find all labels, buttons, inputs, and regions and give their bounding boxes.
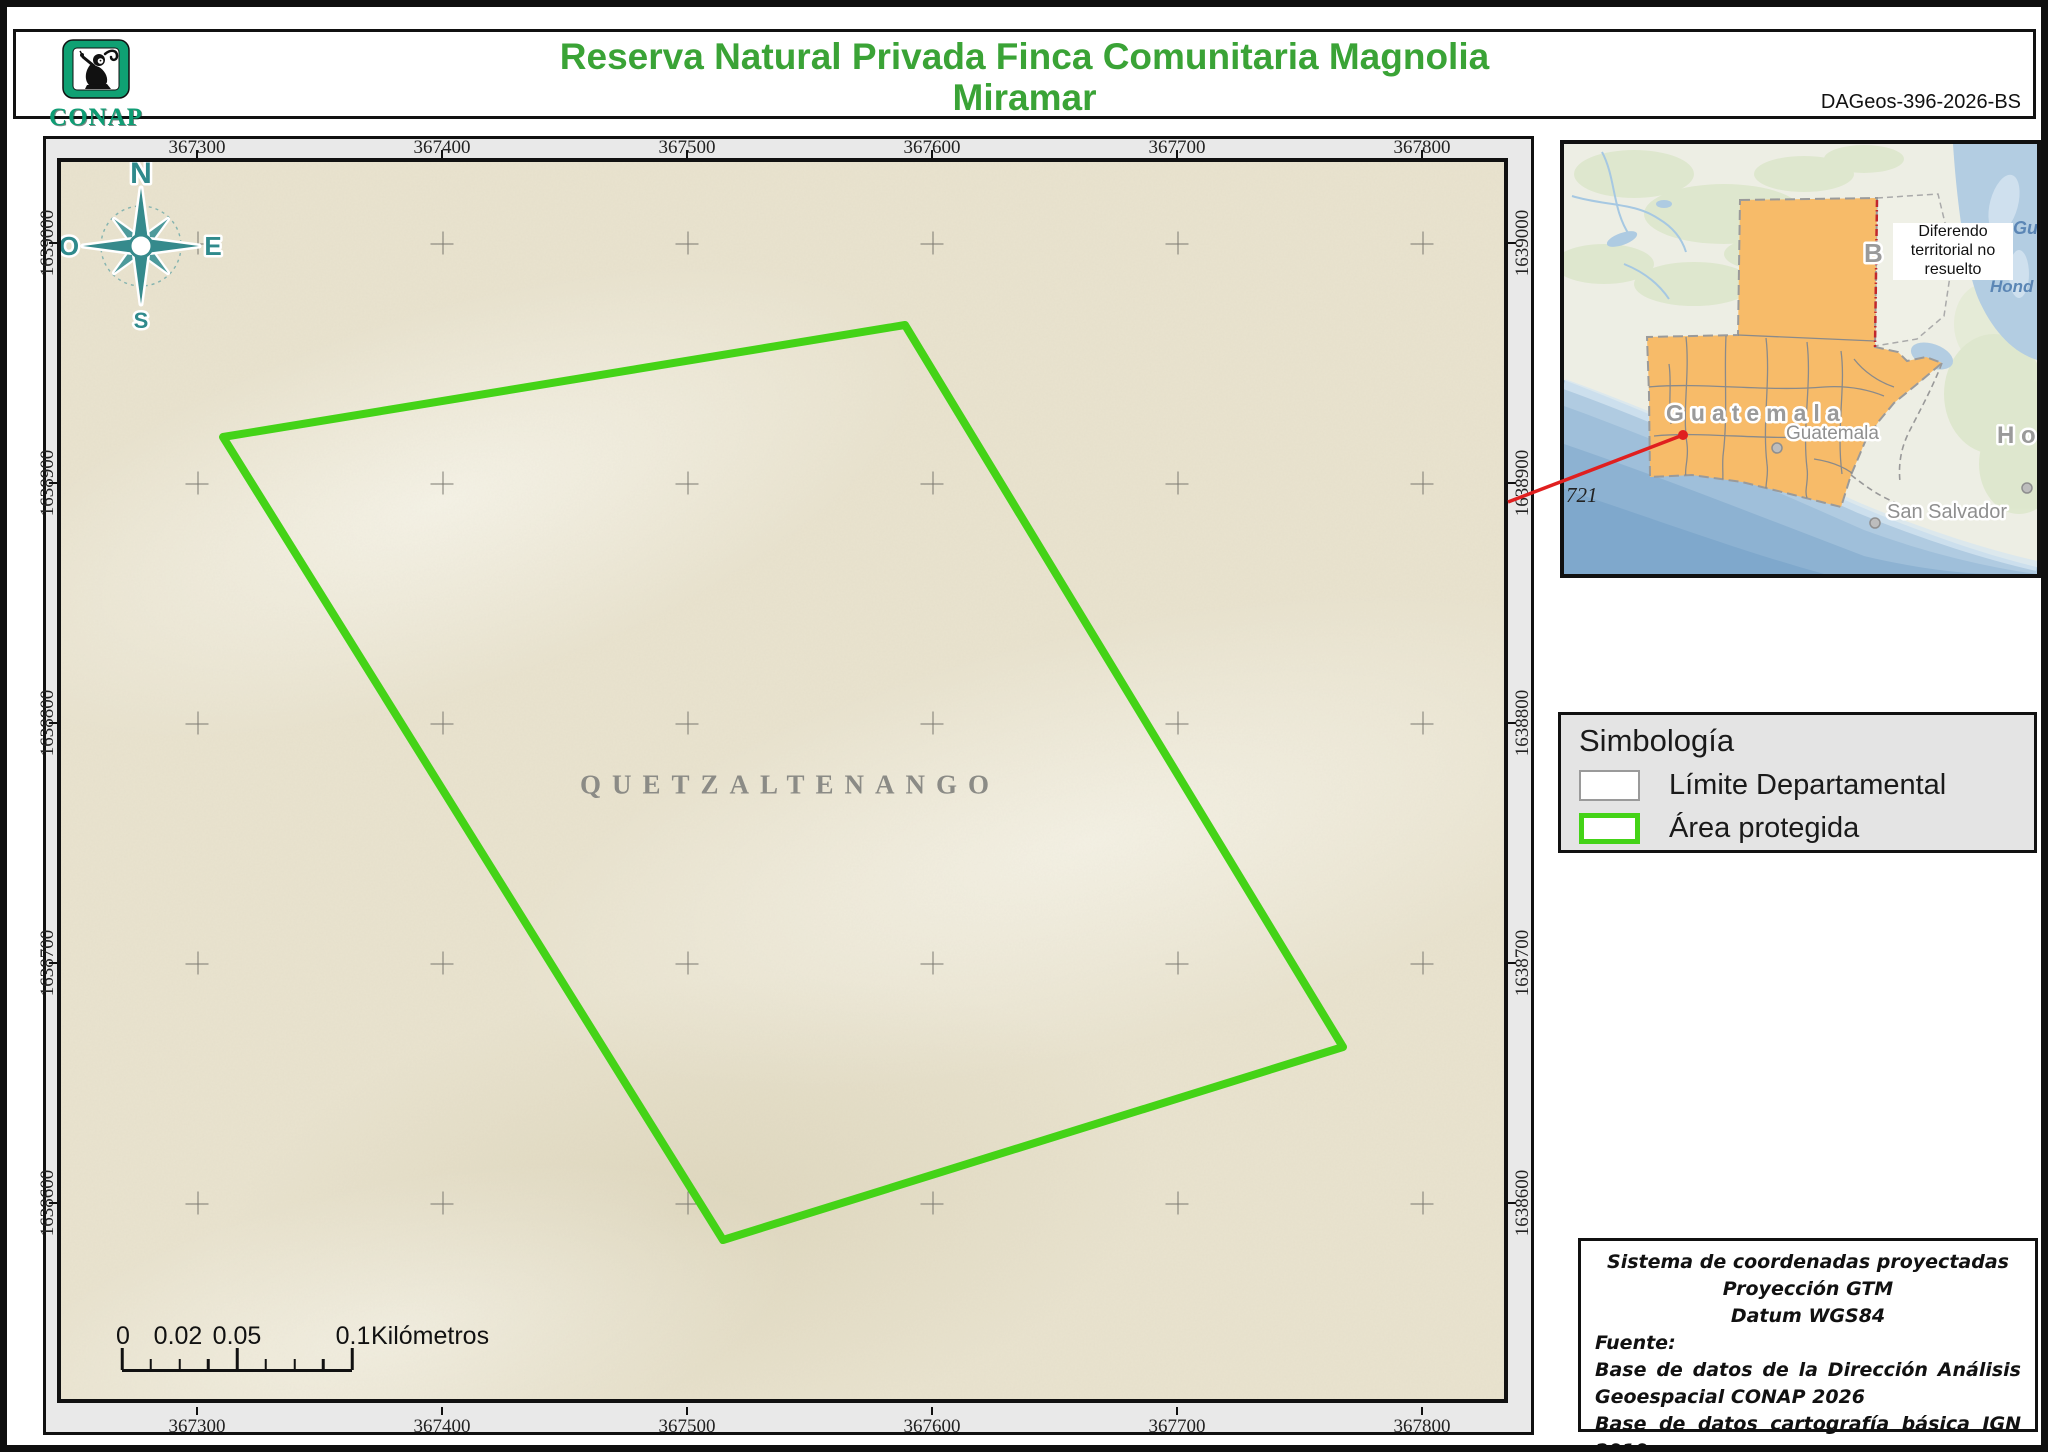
inset-san-salvador-label: San Salvador [1887, 501, 2007, 523]
grid-x-tick [1421, 150, 1423, 158]
legend-item-label: Límite Departamental [1669, 769, 1946, 802]
grid-x-tick [1176, 1407, 1178, 1415]
inset-location-map: B Guatemala Guatemala San Salvador H o G… [1560, 140, 2041, 578]
grid-y-tick [49, 482, 57, 484]
grid-y-tick [1508, 482, 1516, 484]
grid-y-tick [1508, 722, 1516, 724]
scalebar-value: 0.02 [154, 1322, 203, 1351]
grid-x-tick [1176, 150, 1178, 158]
grid-x-tick [441, 1407, 443, 1415]
grid-x-label: 367600 [904, 1416, 961, 1438]
legend-item: Área protegida [1579, 812, 2016, 845]
inset-honduras-fragment: H o [1997, 422, 2036, 449]
scalebar-tick [293, 1359, 296, 1370]
map-neatline: QUETZALTENANGO N E S O [43, 136, 1534, 1435]
scalebar-tick [178, 1359, 181, 1370]
grid-x-label: 367800 [1394, 1416, 1451, 1438]
compass-south-label: S [134, 308, 149, 333]
grid-y-tick [1508, 962, 1516, 964]
grid-x-label: 367500 [659, 1416, 716, 1438]
scalebar-value: 0.05 [213, 1322, 262, 1351]
scalebar-value: 0.1 [336, 1322, 371, 1351]
compass-north-label: N [130, 158, 152, 190]
projection-info-line: Datum WGS84 [1595, 1303, 2021, 1330]
legend-swatch-protected [1579, 813, 1640, 844]
scalebar-tick [150, 1359, 153, 1370]
map-title-line2: Miramar [16, 77, 2033, 118]
inset-map-graphic: B Guatemala Guatemala San Salvador H o G… [1564, 144, 2037, 574]
projection-info: Sistema de coordenadas proyectadasProyec… [1595, 1249, 2021, 1330]
source-lines: Base de datos de la Dirección Análisis G… [1595, 1357, 2021, 1452]
grid-y-tick [1508, 1202, 1516, 1204]
inset-capital-dot [1772, 443, 1782, 453]
inset-sea-label-1: Gu [2013, 218, 2037, 238]
source-line: Base de datos cartografía básica IGN 201… [1595, 1411, 2021, 1452]
scalebar-tick [236, 1348, 239, 1370]
legend-swatch-department [1579, 770, 1640, 801]
grid-y-tick [49, 242, 57, 244]
grid-x-tick [441, 150, 443, 158]
inset-capital-label: Guatemala [1786, 423, 1879, 444]
grid-y-tick [49, 722, 57, 724]
grid-x-label: 367300 [169, 1416, 226, 1438]
grid-x-tick [1421, 1407, 1423, 1415]
grid-x-tick [686, 1407, 688, 1415]
grid-y-tick [49, 1202, 57, 1204]
source-heading: Fuente: [1595, 1330, 2021, 1357]
credits-box: Sistema de coordenadas proyectadasProyec… [1578, 1238, 2038, 1432]
document-code: DAGeos-396-2026-BS [1821, 91, 2021, 114]
grid-x-tick [931, 150, 933, 158]
grid-y-tick [49, 962, 57, 964]
grid-x-label: 367400 [414, 1416, 471, 1438]
inset-ref-number: 721 [1566, 483, 1598, 507]
projection-info-line: Sistema de coordenadas proyectadas [1595, 1249, 2021, 1276]
grid-x-label: 367700 [1149, 1416, 1206, 1438]
scalebar-tick [351, 1348, 354, 1370]
inset-san-salvador-dot [1870, 518, 1880, 528]
inset-belize-fragment: B [1864, 238, 1883, 268]
grid-y-tick [1508, 242, 1516, 244]
map-title-line1: Reserva Natural Privada Finca Comunitari… [16, 36, 2033, 77]
legend: Simbología Límite Departamental Área prot… [1558, 712, 2037, 853]
projection-info-line: Proyección GTM [1595, 1276, 2021, 1303]
scalebar-unit: Kilómetros [371, 1322, 489, 1351]
map-canvas: QUETZALTENANGO N E S O [57, 158, 1508, 1403]
department-label: QUETZALTENANGO [580, 770, 1000, 801]
map-document-page: CONAP Reserva Natural Privada Finca Comu… [0, 0, 2048, 1452]
map-title: Reserva Natural Privada Finca Comunitari… [16, 36, 2033, 119]
compass-west-label: O [59, 231, 79, 261]
scalebar-value: 0 [116, 1322, 130, 1351]
header: CONAP Reserva Natural Privada Finca Comu… [13, 29, 2036, 119]
legend-item-label: Área protegida [1669, 812, 1859, 845]
inset-city-dot [2022, 483, 2032, 493]
compass-east-label: E [204, 231, 221, 261]
territorial-note-box: Diferendo territorial no resuelto [1893, 223, 2013, 280]
scalebar-tick [207, 1359, 210, 1370]
grid-x-tick [196, 150, 198, 158]
compass-rose-icon: N E S O [57, 158, 229, 334]
grid-x-tick [196, 1407, 198, 1415]
scalebar-tick [265, 1359, 268, 1370]
grid-x-tick [686, 150, 688, 158]
source-line: Base de datos de la Dirección Análisis G… [1595, 1357, 2021, 1411]
legend-items: Límite Departamental Área protegida [1579, 769, 2016, 845]
legend-title: Simbología [1579, 723, 2016, 759]
grid-x-tick [931, 1407, 933, 1415]
scalebar-tick [322, 1359, 325, 1370]
legend-item: Límite Departamental [1579, 769, 2016, 802]
scalebar-tick [121, 1348, 124, 1370]
